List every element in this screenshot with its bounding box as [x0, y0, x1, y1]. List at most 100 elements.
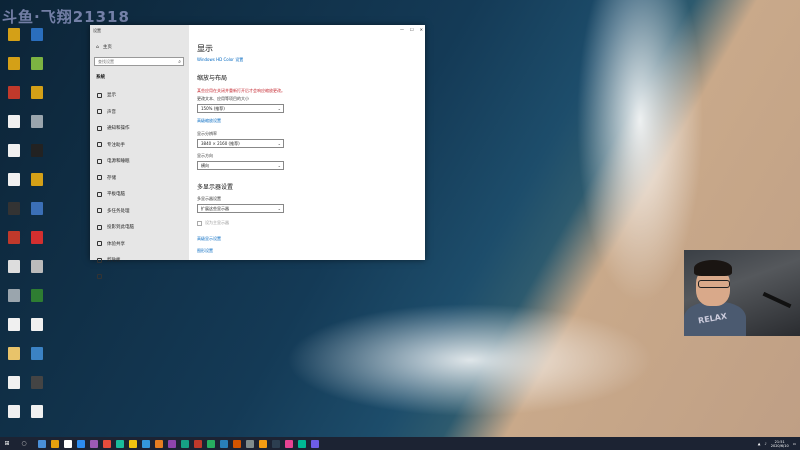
taskbar-app-icon[interactable] — [207, 439, 215, 448]
file-icon — [8, 260, 20, 273]
windows-start-button[interactable]: ⊞ — [0, 437, 14, 450]
nav-item-tablet[interactable]: 平板电脑 — [90, 186, 189, 203]
volume-icon[interactable]: ♪ — [765, 442, 767, 446]
window-title: 设置 — [93, 28, 101, 33]
minimize-button[interactable]: — — [400, 27, 404, 32]
desktop-icon[interactable] — [3, 144, 25, 158]
desktop-icon[interactable] — [3, 260, 25, 274]
taskbar-app-icon[interactable] — [272, 439, 280, 448]
taskbar-app-icon[interactable] — [38, 439, 46, 448]
taskbar-app-icon[interactable] — [194, 439, 202, 448]
taskbar-app-icon[interactable] — [155, 439, 163, 448]
graphics-settings-link[interactable]: 图形设置 — [197, 248, 213, 254]
close-button[interactable]: ✕ — [420, 27, 423, 32]
taskbar-app-icon[interactable] — [90, 439, 98, 448]
stream-watermark: 斗鱼·飞翔21318 — [2, 8, 130, 26]
taskbar-app-icon[interactable] — [311, 439, 319, 448]
taskbar-app-icon[interactable] — [103, 439, 111, 448]
desktop-icon[interactable] — [26, 405, 48, 419]
nav-item-sound[interactable]: 声音 — [90, 104, 189, 121]
taskbar-app-icon[interactable] — [285, 439, 293, 448]
desktop-icon[interactable] — [26, 347, 48, 361]
desktop-icon[interactable] — [26, 289, 48, 303]
nav-label: 体验共享 — [107, 241, 125, 247]
file-icon — [8, 28, 20, 41]
desktop-icon[interactable] — [3, 318, 25, 332]
nav-item-notifications[interactable]: 通知和操作 — [90, 120, 189, 137]
desktop-icon[interactable] — [3, 28, 25, 42]
nav-item-power[interactable]: 电源和睡眠 — [90, 153, 189, 170]
nav-item-storage[interactable]: 存储 — [90, 170, 189, 187]
taskbar-app-icon[interactable] — [64, 439, 72, 448]
desktop-icon[interactable] — [26, 231, 48, 245]
taskbar-app-icon[interactable] — [298, 439, 306, 448]
nav-item-clipboard[interactable]: 剪贴板 — [90, 252, 189, 269]
person-hair — [694, 260, 732, 276]
nav-item-shared-experiences[interactable]: 体验共享 — [90, 236, 189, 253]
notification-center-icon[interactable]: ▭ — [793, 442, 796, 446]
taskbar-app-icon[interactable] — [51, 439, 59, 448]
home-nav-item[interactable]: ⌂ 主页 — [96, 44, 112, 51]
desktop-icon[interactable] — [3, 173, 25, 187]
orientation-dropdown[interactable]: 横向 ⌄ — [197, 161, 284, 170]
desktop-icon[interactable] — [26, 318, 48, 332]
settings-search-input[interactable]: 查找设置 ⌕ — [94, 57, 184, 66]
taskbar-app-icon[interactable] — [233, 439, 241, 448]
desktop-icon[interactable] — [3, 86, 25, 100]
taskbar-app-icon[interactable] — [142, 439, 150, 448]
scale-dropdown[interactable]: 150% (推荐) ⌄ — [197, 104, 284, 113]
taskbar-app-icon[interactable] — [168, 439, 176, 448]
desktop-icon[interactable] — [26, 144, 48, 158]
desktop-icon[interactable] — [26, 376, 48, 390]
speaker-icon — [97, 109, 102, 115]
multi-display-value: 扩展这些显示器 — [201, 206, 229, 211]
nav-item-focus-assist[interactable]: 专注助手 — [90, 137, 189, 154]
desktop-icon[interactable] — [3, 289, 25, 303]
file-icon — [8, 318, 20, 331]
advanced-display-link[interactable]: 高级显示设置 — [197, 236, 221, 242]
file-icon — [8, 144, 20, 157]
taskbar-app-icon[interactable] — [77, 439, 85, 448]
multi-display-dropdown[interactable]: 扩展这些显示器 ⌄ — [197, 204, 284, 213]
maximize-button[interactable]: ☐ — [410, 27, 414, 32]
desktop-icon[interactable] — [26, 57, 48, 71]
resolution-dropdown[interactable]: 3840 × 2160 (推荐) ⌄ — [197, 139, 284, 148]
scale-label: 更改文本、应用等项目的大小 — [197, 96, 249, 101]
desktop-icon[interactable] — [3, 231, 25, 245]
taskbar-app-icon[interactable] — [116, 439, 124, 448]
desktop-icon[interactable] — [3, 376, 25, 390]
taskbar-app-icon[interactable] — [129, 439, 137, 448]
chevron-down-icon: ⌄ — [277, 162, 281, 168]
file-icon — [8, 202, 20, 215]
desktop-icon[interactable] — [3, 405, 25, 419]
taskbar-app-icon[interactable] — [220, 439, 228, 448]
desktop-icon[interactable] — [3, 115, 25, 129]
desktop-icon[interactable] — [3, 202, 25, 216]
search-icon[interactable]: ⌕ — [178, 59, 181, 65]
desktop-icon[interactable] — [3, 57, 25, 71]
desktop-icon[interactable] — [26, 86, 48, 100]
taskbar-app-icon[interactable] — [181, 439, 189, 448]
nav-item-remote[interactable] — [90, 269, 189, 286]
desktop-icon[interactable] — [26, 28, 48, 42]
nav-item-display[interactable]: 显示 — [90, 87, 189, 104]
taskbar-clock[interactable]: 21:51 2020/6/10 — [771, 440, 789, 448]
nav-item-projecting[interactable]: 投影到此电脑 — [90, 219, 189, 236]
taskbar-app-icon[interactable] — [259, 439, 267, 448]
resolution-value: 3840 × 2160 (推荐) — [201, 141, 240, 146]
desktop-icon[interactable] — [26, 202, 48, 216]
desktop-icon[interactable] — [3, 347, 25, 361]
file-icon — [31, 115, 43, 128]
desktop-icon[interactable] — [26, 260, 48, 274]
taskbar-search-icon[interactable]: ○ — [14, 437, 34, 450]
desktop-icon[interactable] — [26, 115, 48, 129]
nav-item-multitasking[interactable]: 多任务处理 — [90, 203, 189, 220]
caption-buttons: — ☐ ✕ — [400, 27, 423, 32]
advanced-scaling-link[interactable]: 高级缩放设置 — [197, 118, 221, 124]
desktop-icon[interactable] — [26, 173, 48, 187]
main-display-checkbox[interactable]: 设为主显示器 — [197, 220, 229, 226]
taskbar-app-icon[interactable] — [246, 439, 254, 448]
network-icon[interactable]: ▲ — [758, 442, 761, 446]
home-label: 主页 — [102, 45, 112, 50]
hd-color-link[interactable]: Windows HD Color 设置 — [197, 57, 243, 63]
